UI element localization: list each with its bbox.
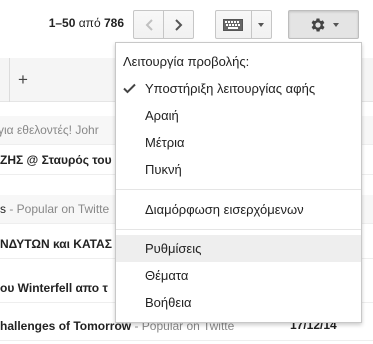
mail-subject: ΖΗΣ @ Σταυρός του [0,153,112,167]
menu-item-label: Ρυθμίσεις [145,241,202,256]
menu-item-compact[interactable]: Πυκνή [116,156,361,183]
menu-item-help[interactable]: Βοήθεια [116,289,361,316]
mail-subject: ΝΔΥΤΩΝ και ΚΑΤΑΣ [0,237,112,251]
toolbar: 1–50 από 786 [0,0,373,46]
add-tab-button[interactable]: + [13,70,33,90]
menu-item-label: Μέτρια [145,135,185,150]
pagination-total: 786 [103,16,124,30]
menu-item-cozy[interactable]: Μέτρια [116,129,361,156]
mail-subject: ου Winterfell απο τ [0,281,108,295]
settings-menu: Λειτουργία προβολής: Υποστήριξη λειτουργ… [115,42,362,323]
settings-button[interactable] [288,10,359,39]
menu-separator [116,229,361,230]
keyboard-icon [223,18,243,31]
mail-snippet: για εθελοντές! Johr [0,123,99,137]
menu-separator [116,189,361,190]
button-divider [251,11,252,38]
menu-item-settings[interactable]: Ρυθμίσεις [116,235,361,262]
older-button[interactable] [163,10,194,39]
pagination-label: 1–50 από 786 [0,16,124,30]
menu-item-label: Θέματα [145,268,189,283]
pagination-range: 1–50 [48,16,76,30]
menu-item-label: Υποστήριξη λειτουργίας αφής [145,81,316,96]
menu-item-label: Διαμόρφωση εισερχόμενων [145,202,304,217]
newer-button[interactable] [133,10,164,39]
tab-divider [9,58,10,102]
chevron-down-icon [258,22,264,27]
menu-item-label: Πυκνή [145,162,182,177]
menu-item-configure-inbox[interactable]: Διαμόρφωση εισερχόμενων [116,196,361,223]
display-density-heading: Λειτουργία προβολής: [123,54,250,69]
menu-item-label: Αραιή [145,108,179,123]
input-tools-button[interactable] [215,10,272,39]
menu-item-comfortable[interactable]: Αραιή [116,102,361,129]
mail-snippet: - Popular on Twitte [6,202,110,216]
menu-item-touch-mode[interactable]: Υποστήριξη λειτουργίας αφής [116,75,361,102]
chevron-down-icon [332,22,339,27]
chevron-left-icon [145,18,153,31]
checkmark-icon [123,75,139,102]
mail-subject: hallenges of Tomorrow [0,319,132,333]
menu-item-themes[interactable]: Θέματα [116,262,361,289]
gear-icon [311,17,325,32]
menu-item-label: Βοήθεια [145,295,192,310]
pagination-of: από [78,16,101,30]
chevron-right-icon [174,18,182,31]
